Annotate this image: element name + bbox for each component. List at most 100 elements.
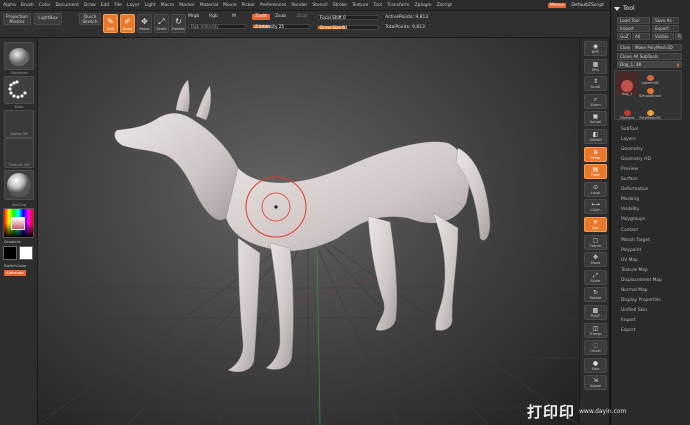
draw-size-slider[interactable]: Draw Size 64 [317, 25, 379, 30]
menu-layer[interactable]: Layer [127, 3, 140, 8]
palette-menu-texture-map[interactable]: Texture Map [621, 268, 648, 273]
solo-button[interactable]: ● Solo [584, 357, 607, 373]
palette-menu-masking[interactable]: Masking [621, 197, 639, 202]
menu-texture[interactable]: Texture [352, 3, 368, 8]
palette-menu-geometry-hd[interactable]: Geometry HD [621, 157, 651, 162]
zcut-toggle[interactable]: Zcut [297, 14, 307, 19]
draw-tool-button[interactable]: ✐ Draw [120, 14, 135, 33]
aahalf-button[interactable]: ◧ AAHalf [584, 129, 607, 144]
palette-menu-subtool[interactable]: SubTool [621, 127, 638, 132]
alternate-button[interactable]: Alternate [4, 270, 26, 276]
xpose-button[interactable]: ⇲ Xpose [584, 375, 607, 391]
palette-menu-preview[interactable]: Preview [621, 167, 638, 172]
make-polymesh-button[interactable]: Make PolyMesh3D [632, 44, 682, 51]
gradient-toggle[interactable]: Gradient [4, 239, 38, 244]
z-intensity-slider[interactable]: Z Intensity 25 [252, 24, 310, 29]
color-picker[interactable] [3, 208, 34, 238]
palette-menu-geometry[interactable]: Geometry [621, 147, 643, 152]
stroke-selector[interactable] [4, 76, 34, 104]
palette-menu-normal-map[interactable]: Normal Map [621, 288, 648, 293]
palette-collapse-icon[interactable] [614, 6, 620, 12]
menu-zplugin[interactable]: Zplugin [415, 3, 432, 8]
menu-draw[interactable]: Draw [84, 3, 96, 8]
mrgb-toggle[interactable]: Mrgb [188, 14, 199, 19]
zoom-button[interactable]: ⌕ Zoom [584, 93, 607, 109]
palette-menu-deformation[interactable]: Deformation [621, 187, 648, 192]
subtool-thumb-0[interactable]: Dog_1 [616, 72, 638, 96]
subtool-thumb-1[interactable]: Sphere3D [639, 72, 661, 85]
local-button[interactable]: ⊙ Local [584, 181, 607, 197]
xyz-button[interactable]: ✳ Xyz [584, 217, 607, 232]
spix-button[interactable]: ▦ SPix [584, 58, 607, 74]
palette-menu-visibility[interactable]: Visibility [621, 207, 639, 212]
menu-transform[interactable]: Transform [387, 3, 409, 8]
current-tool-field[interactable]: Dog_1. 48 ▮ [617, 61, 682, 68]
import-button[interactable]: Import [617, 25, 650, 32]
palette-menu-unified-skin[interactable]: Unified Skin [621, 308, 647, 313]
brush-selector[interactable] [4, 42, 34, 70]
ghost-button[interactable]: ◌ Ghost [584, 340, 607, 356]
transp-button[interactable]: ◫ Transp [584, 322, 607, 338]
palette-menu-layers[interactable]: Layers [621, 137, 636, 142]
rotate-tool-button[interactable]: ↻ Rotate [171, 14, 186, 33]
scroll-button[interactable]: ⇕ Scroll [584, 76, 607, 92]
menus-toggle[interactable]: Menus [547, 2, 567, 8]
edit-tool-button[interactable]: ✎ Edit [103, 14, 118, 33]
menu-material[interactable]: Material [200, 3, 218, 8]
rgb-toggle[interactable]: Rgb [209, 14, 218, 19]
scale-tool-button[interactable]: ⤢ Scale [154, 14, 169, 33]
clone-all-subtools-button[interactable]: Clone All SubTools [617, 53, 682, 60]
move-tool-button[interactable]: ✥ Move [137, 14, 152, 33]
frame-button[interactable]: ▢ Frame [584, 234, 607, 250]
rotate-button[interactable]: ↻ Rotate [584, 287, 607, 303]
menu-document[interactable]: Document [56, 3, 79, 8]
color-picker-square[interactable] [11, 217, 25, 230]
rgb-intensity-slider[interactable]: Rgb Intensity [188, 24, 246, 29]
palette-menu-export[interactable]: Export [621, 328, 635, 333]
subtool-thumb-4[interactable]: PolyMesh3D [639, 96, 661, 120]
menu-preferences[interactable]: Preferences [260, 3, 286, 8]
lightbox-button[interactable]: LightBox [34, 13, 62, 25]
menu-movie[interactable]: Movie [223, 3, 236, 8]
menu-macro[interactable]: Macro [161, 3, 175, 8]
goz-button[interactable]: GoZ [617, 33, 631, 40]
load-tool-button[interactable]: Load Tool [617, 17, 650, 24]
bpr-button[interactable]: ◉ BPR [584, 41, 607, 56]
zadd-toggle[interactable]: Zadd [252, 14, 270, 20]
quick-sketch-button[interactable]: Quick Sketch [79, 13, 101, 25]
menu-picker[interactable]: Picker [241, 3, 254, 8]
polyf-button[interactable]: ▩ PolyF [584, 305, 607, 320]
tool-palette-header[interactable]: Tool [611, 3, 690, 14]
move-button[interactable]: ✥ Move [584, 252, 607, 268]
subtool-thumb-3[interactable]: ZSphere [616, 96, 638, 120]
palette-menu-display-properties[interactable]: Display Properties [621, 298, 661, 303]
lsym-button[interactable]: ⟷ LSym [584, 199, 607, 215]
palette-menu-surface[interactable]: Surface [621, 177, 638, 182]
palette-menu-import[interactable]: Import [621, 318, 636, 323]
palette-menu-contact[interactable]: Contact [621, 228, 638, 233]
menu-file[interactable]: File [114, 3, 122, 8]
secondary-color-swatch[interactable] [19, 246, 33, 260]
m-toggle[interactable]: M [232, 14, 236, 19]
goz-r-button[interactable]: R [675, 33, 682, 40]
menu-render[interactable]: Render [291, 3, 307, 8]
switch-color-button[interactable]: SwitchColor [4, 263, 38, 268]
menu-stencil[interactable]: Stencil [312, 3, 327, 8]
floor-button[interactable]: ▤ Floor [584, 164, 607, 180]
persp-button[interactable]: ⧈ Persp [584, 146, 607, 162]
menu-color[interactable]: Color [39, 3, 51, 8]
palette-menu-uv-map[interactable]: UV Map [621, 258, 638, 263]
menu-zscript[interactable]: Zscript [437, 3, 453, 8]
zsub-toggle[interactable]: Zsub [275, 14, 286, 19]
menu-stroke[interactable]: Stroke [333, 3, 347, 8]
menu-alpha[interactable]: Alpha [3, 3, 16, 8]
menu-light[interactable]: Light [144, 3, 155, 8]
menu-edit[interactable]: Edit [101, 3, 110, 8]
palette-menu-displacement-map[interactable]: Displacement Map [621, 278, 662, 283]
save-as-button[interactable]: Save As [652, 17, 679, 24]
main-color-swatch[interactable] [3, 246, 17, 260]
projection-master-button[interactable]: Projection Master [3, 13, 31, 25]
palette-menu-polypaint[interactable]: Polypaint [621, 248, 641, 253]
menu-brush[interactable]: Brush [21, 3, 34, 8]
canvas-viewport[interactable] [38, 38, 579, 425]
